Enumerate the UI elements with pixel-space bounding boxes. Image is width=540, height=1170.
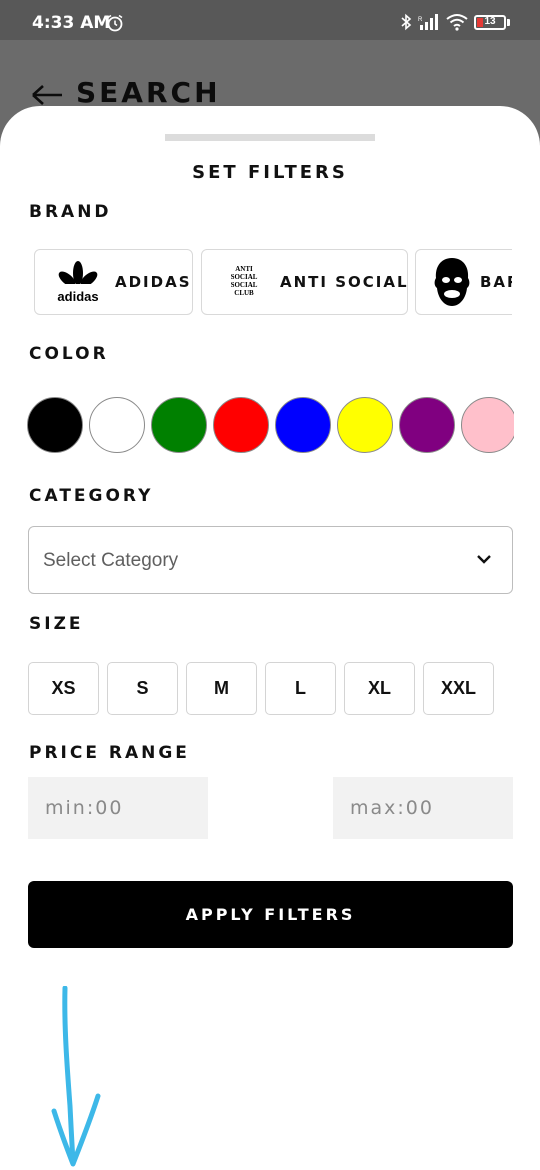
arrow-left-icon[interactable]: [30, 82, 64, 108]
brand-card-anti-social[interactable]: ANTI SOCIAL SOCIAL CLUB ANTI SOCIAL: [201, 249, 408, 315]
brand-card-adidas[interactable]: adidas ADIDAS: [34, 249, 193, 315]
brand-list[interactable]: adidas ADIDAS ANTI SOCIAL SOCIAL CLUB AN…: [34, 249, 512, 317]
brand-name: BAPE: [480, 273, 512, 291]
battery-level: 13: [484, 15, 496, 27]
wifi-icon: [446, 14, 468, 31]
status-icons: R 13: [400, 12, 510, 32]
annotation-arrow-icon: [51, 986, 101, 1167]
price-max-placeholder: max:00: [350, 797, 434, 819]
status-time: 4:33 AM: [32, 13, 111, 33]
category-label: CATEGORY: [29, 486, 154, 506]
price-range-label: PRICE RANGE: [29, 743, 190, 763]
sheet-title: SET FILTERS: [192, 162, 348, 183]
color-label: COLOR: [29, 344, 109, 364]
apply-filters-button[interactable]: APPLY FILTERS: [28, 881, 513, 948]
color-swatch[interactable]: [213, 397, 269, 453]
color-swatch-list[interactable]: [26, 396, 514, 454]
bluetooth-icon: [401, 13, 412, 31]
color-swatch[interactable]: [151, 397, 207, 453]
alarm-icon: [107, 14, 123, 32]
chevron-down-icon: [477, 555, 491, 564]
color-swatch[interactable]: [399, 397, 455, 453]
cellular-signal-icon: R: [418, 14, 438, 30]
brand-label: BRAND: [29, 202, 112, 222]
adidas-logo: adidas: [49, 256, 107, 308]
status-bar: 4:33 AM R 13: [0, 0, 540, 40]
price-min-input[interactable]: min:00: [28, 777, 208, 839]
svg-text:SOCIAL: SOCIAL: [231, 281, 258, 289]
adidas-trefoil-icon: adidas: [57, 261, 99, 304]
size-label: SIZE: [29, 614, 84, 634]
size-option-button[interactable]: L: [265, 662, 336, 715]
color-swatch[interactable]: [461, 397, 514, 453]
size-option-button[interactable]: XXL: [423, 662, 494, 715]
svg-text:SOCIAL: SOCIAL: [231, 273, 258, 281]
price-max-input[interactable]: max:00: [333, 777, 513, 839]
color-swatch[interactable]: [89, 397, 145, 453]
color-swatch[interactable]: [337, 397, 393, 453]
svg-text:CLUB: CLUB: [234, 289, 254, 297]
category-select-placeholder: Select Category: [43, 550, 179, 571]
size-option-button[interactable]: S: [107, 662, 178, 715]
drag-handle[interactable]: [165, 134, 375, 141]
color-swatch[interactable]: [275, 397, 331, 453]
svg-text:R: R: [418, 17, 423, 23]
svg-text:adidas: adidas: [57, 289, 98, 304]
size-options: XS S M L XL XXL: [28, 662, 508, 715]
size-option-button[interactable]: XL: [344, 662, 415, 715]
brand-name: ADIDAS: [115, 273, 192, 291]
page-title: SEARCH: [76, 76, 221, 109]
size-option-button[interactable]: M: [186, 662, 257, 715]
brand-card-bape[interactable]: BAPE: [415, 249, 512, 315]
size-option-button[interactable]: XS: [28, 662, 99, 715]
svg-text:ANTI: ANTI: [235, 265, 253, 273]
color-swatch[interactable]: [27, 397, 83, 453]
filter-sheet: SET FILTERS BRAND adidas ADIDAS ANTI SOC…: [0, 106, 540, 1170]
brand-name: ANTI SOCIAL: [280, 273, 409, 291]
price-min-placeholder: min:00: [45, 797, 124, 819]
category-select[interactable]: Select Category: [28, 526, 513, 594]
anti-social-social-club-logo: ANTI SOCIAL SOCIAL CLUB: [216, 256, 272, 308]
battery-icon: 13: [474, 14, 506, 30]
bape-ape-head-logo: [432, 256, 472, 308]
